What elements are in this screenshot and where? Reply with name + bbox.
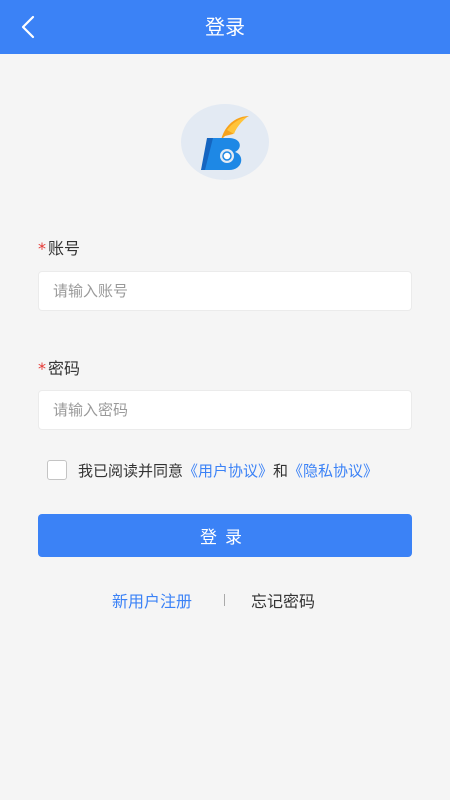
account-input[interactable] [38, 271, 412, 311]
required-mark: * [38, 239, 46, 258]
required-mark: * [38, 359, 46, 378]
account-label: * 账号 [38, 235, 80, 259]
user-agreement-link[interactable]: 《用户协议》 [183, 460, 273, 481]
top-bar: 登录 [0, 0, 450, 54]
login-button[interactable]: 登录 [38, 514, 412, 557]
account-label-text: 账号 [48, 239, 81, 258]
register-link[interactable]: 新用户注册 [112, 588, 192, 612]
password-label: * 密码 [38, 355, 80, 379]
agreement-conjunction: 和 [273, 461, 289, 480]
divider [224, 594, 225, 606]
page-title: 登录 [205, 15, 245, 39]
footer-links: 新用户注册 忘记密码 [0, 588, 450, 612]
agreement-checkbox[interactable] [47, 460, 67, 480]
agreement-prefix: 我已阅读并同意 [78, 461, 184, 480]
password-label-text: 密码 [48, 359, 81, 378]
app-logo [181, 104, 269, 180]
forgot-password-link[interactable]: 忘记密码 [251, 588, 315, 612]
agreement-row: 我已阅读并同意 《用户协议》 和 《隐私协议》 [47, 458, 378, 482]
privacy-policy-link[interactable]: 《隐私协议》 [288, 460, 378, 481]
password-input[interactable] [38, 390, 412, 430]
